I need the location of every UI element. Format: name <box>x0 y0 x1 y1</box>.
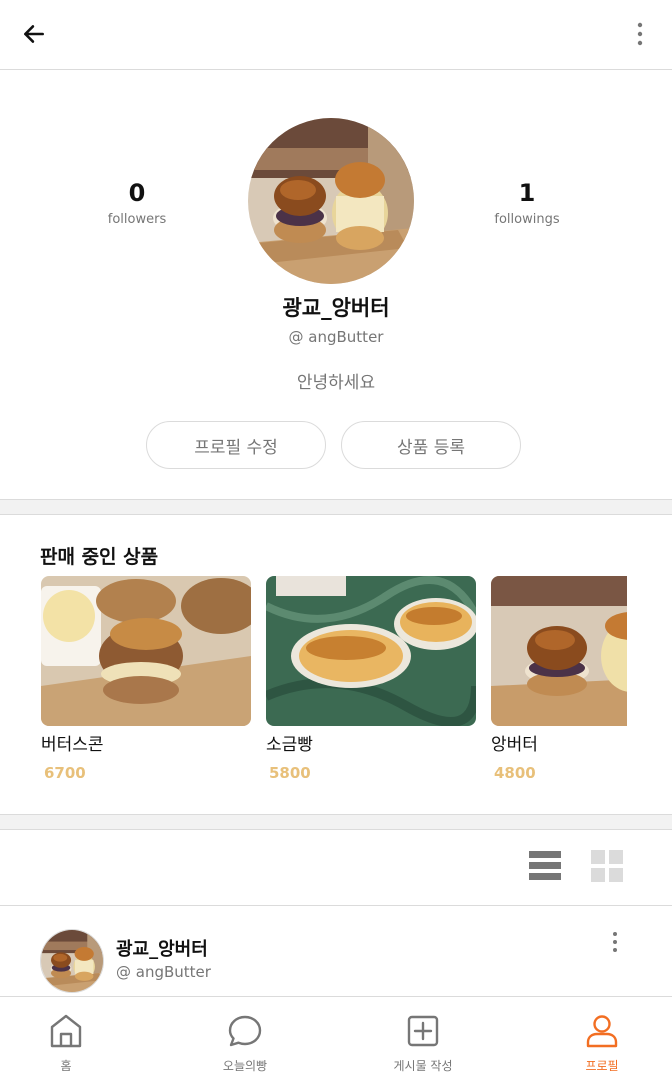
post-header: 광교_앙버터 @ angButter <box>0 907 672 997</box>
album-view-button[interactable] <box>590 848 624 882</box>
followers-count[interactable]: 0 followers <box>67 178 207 227</box>
followers-label: followers <box>107 212 167 227</box>
album-view-icon <box>591 850 623 882</box>
back-button[interactable] <box>14 14 54 54</box>
followers-number: 0 <box>128 179 146 207</box>
tab-label: 게시물 작성 <box>393 1059 453 1073</box>
product-name: 소금빵 <box>266 735 313 755</box>
tab-label: 오늘의빵 <box>222 1059 268 1073</box>
tab-create-post[interactable]: 게시물 작성 <box>339 997 507 1084</box>
arrow-left-icon <box>24 25 44 43</box>
tab-profile[interactable]: 프로필 <box>518 997 672 1084</box>
post-more-button[interactable] <box>608 931 622 957</box>
product-card[interactable]: 소금빵 5800 <box>266 576 476 782</box>
products-title: 판매 중인 상품 <box>40 546 159 568</box>
chat-bubble-icon <box>228 1015 262 1047</box>
home-icon <box>50 1014 82 1048</box>
section-divider <box>0 814 672 830</box>
view-toggle-bar <box>0 830 672 906</box>
profile-section: 0 followers 1 followings 광교_앙버터 @ angBut… <box>0 70 672 500</box>
profile-intro: 안녕하세요 <box>296 373 376 393</box>
tab-label: 홈 <box>60 1059 72 1073</box>
tab-home[interactable]: 홈 <box>0 997 150 1084</box>
product-price: 4800 <box>494 764 536 782</box>
more-options-button[interactable] <box>628 14 652 54</box>
product-image-scone <box>41 576 251 726</box>
product-image-salt-bread <box>266 576 476 726</box>
bottom-tab-bar: 홈 오늘의빵 게시물 작성 프로필 <box>0 996 672 1084</box>
profile-avatar <box>248 118 414 284</box>
followings-label: followings <box>494 212 560 227</box>
user-icon <box>586 1015 618 1048</box>
product-name: 버터스콘 <box>41 735 104 755</box>
product-card[interactable]: 버터스콘 6700 <box>41 576 251 782</box>
followings-count[interactable]: 1 followings <box>457 178 597 227</box>
tab-label: 프로필 <box>585 1059 619 1073</box>
edit-profile-button[interactable]: 프로필 수정 <box>146 421 326 469</box>
vertical-dots-icon <box>637 22 643 46</box>
product-price: 5800 <box>269 764 311 782</box>
product-name: 앙버터 <box>491 735 538 755</box>
post-author-name[interactable]: 광교_앙버터 <box>116 935 208 961</box>
add-product-button[interactable]: 상품 등록 <box>341 421 521 469</box>
list-view-button[interactable] <box>528 848 562 882</box>
followings-number: 1 <box>518 179 536 207</box>
product-price: 6700 <box>44 764 86 782</box>
product-card[interactable]: 앙버터 4800 <box>491 576 672 782</box>
post-author-id: @ angButter <box>116 963 211 981</box>
vertical-dots-icon <box>613 932 617 952</box>
profile-name: 광교_앙버터 <box>282 296 390 320</box>
top-bar <box>0 0 672 70</box>
product-image-angbutter <box>491 576 627 726</box>
profile-account-id: @ angButter <box>288 328 384 346</box>
add-post-icon <box>407 1015 439 1047</box>
tab-today-bread[interactable]: 오늘의빵 <box>161 997 329 1084</box>
section-divider <box>0 499 672 515</box>
post-author-avatar[interactable] <box>40 929 104 993</box>
products-section: 판매 중인 상품 버터스콘 6700 소금빵 5800 앙버터 4800 <box>0 516 672 814</box>
list-view-icon <box>529 851 561 880</box>
